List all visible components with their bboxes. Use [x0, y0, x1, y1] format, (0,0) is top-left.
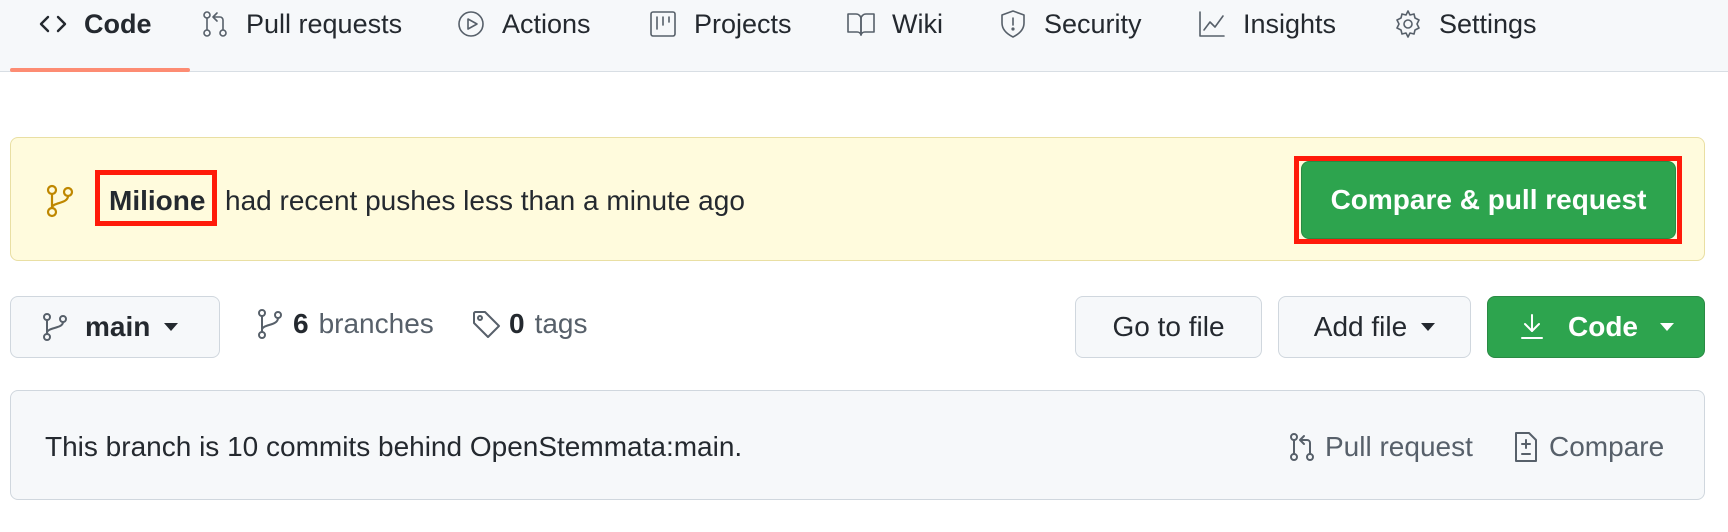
- tab-projects[interactable]: Projects: [648, 0, 792, 48]
- project-icon: [650, 11, 676, 37]
- tab-code-label: Code: [84, 8, 152, 39]
- diff-icon: [1515, 432, 1537, 462]
- gear-icon: [1396, 10, 1420, 38]
- tags-label: tags: [534, 308, 588, 339]
- go-to-file-label: Go to file: [1112, 311, 1225, 342]
- download-icon: [1521, 314, 1543, 339]
- tab-code[interactable]: Code: [38, 0, 152, 48]
- git-branch-icon: [258, 309, 282, 339]
- compare-link[interactable]: Compare: [1511, 431, 1664, 463]
- shield-icon: [1001, 10, 1025, 38]
- tags-count: 0: [509, 308, 525, 339]
- selected-tab-underline: [10, 68, 190, 72]
- tab-insights-label: Insights: [1243, 8, 1337, 39]
- branches-link[interactable]: 6 branches: [255, 308, 434, 340]
- pull-request-link[interactable]: Pull request: [1287, 431, 1473, 463]
- add-file-button[interactable]: Add file: [1278, 296, 1471, 358]
- add-file-label: Add file: [1313, 311, 1408, 342]
- tab-pull-requests-label: Pull requests: [246, 8, 403, 39]
- tab-security-label: Security: [1044, 8, 1142, 39]
- chevron-down-icon: [164, 323, 179, 331]
- repo-nav-tabs: Code Pull requests Actions Projects Wiki…: [0, 0, 1728, 72]
- tab-wiki[interactable]: Wiki: [846, 0, 943, 48]
- graph-icon: [1199, 11, 1225, 37]
- tab-settings[interactable]: Settings: [1393, 0, 1537, 48]
- branches-count: 6: [293, 308, 309, 339]
- tab-actions[interactable]: Actions: [456, 0, 591, 48]
- branches-label: branches: [318, 308, 434, 339]
- tab-security[interactable]: Security: [998, 0, 1142, 48]
- branch-selector[interactable]: main: [10, 296, 220, 358]
- compare-pull-request-button[interactable]: Compare & pull request: [1301, 161, 1676, 239]
- recent-push-message: had recent pushes less than a minute ago: [225, 185, 745, 216]
- code-button-label: Code: [1568, 311, 1638, 342]
- git-pull-request-icon: [203, 11, 227, 37]
- recent-push-banner: Milione had recent pushes less than a mi…: [10, 137, 1705, 261]
- tags-link[interactable]: 0 tags: [471, 308, 588, 340]
- commits-behind-message: This branch is 10 commits behind OpenSte…: [45, 431, 743, 462]
- pull-request-label: Pull request: [1325, 431, 1473, 462]
- pushed-branch-name[interactable]: Milione: [109, 185, 205, 217]
- tab-projects-label: Projects: [694, 8, 792, 39]
- code-download-button[interactable]: Code: [1487, 296, 1705, 358]
- branch-status-box: This branch is 10 commits behind OpenSte…: [10, 390, 1705, 500]
- current-branch-label: main: [85, 311, 151, 342]
- tab-wiki-label: Wiki: [892, 8, 943, 39]
- play-icon: [458, 11, 484, 37]
- chevron-down-icon: [1660, 323, 1674, 331]
- code-icon: [39, 15, 67, 33]
- git-branch-icon: [45, 184, 75, 218]
- book-icon: [847, 13, 875, 36]
- chevron-down-icon: [1421, 323, 1436, 331]
- tab-settings-label: Settings: [1439, 8, 1537, 39]
- tab-actions-label: Actions: [502, 8, 591, 39]
- git-pull-request-icon: [1290, 433, 1314, 461]
- tab-pull-requests[interactable]: Pull requests: [200, 0, 402, 48]
- git-branch-icon: [43, 313, 67, 341]
- tag-icon: [473, 311, 500, 338]
- tab-insights[interactable]: Insights: [1197, 0, 1336, 48]
- go-to-file-button[interactable]: Go to file: [1075, 296, 1262, 358]
- compare-label: Compare: [1549, 431, 1665, 462]
